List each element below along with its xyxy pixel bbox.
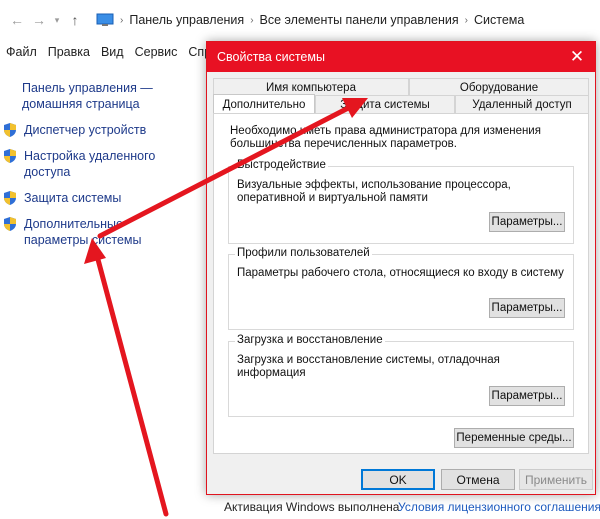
arrow-to-advanced-settings-link xyxy=(84,238,169,517)
group-label: Профили пользователей xyxy=(235,247,372,259)
sidebar: Панель управления — домашняя страница Ди… xyxy=(0,80,205,248)
license-terms-link[interactable]: Условия лицензионного соглашения на xyxy=(398,500,600,514)
uac-shield-icon xyxy=(4,217,16,231)
performance-group: Быстродействие Визуальные эффекты, испол… xyxy=(228,159,574,244)
menu-edit[interactable]: Правка xyxy=(42,42,95,64)
tabs-row-front: Дополнительно Защита системы Удаленный д… xyxy=(213,94,589,114)
forward-arrow-icon[interactable]: → xyxy=(28,9,50,31)
group-label: Быстродействие xyxy=(235,159,328,171)
apply-button[interactable]: Применить xyxy=(519,469,593,490)
close-icon[interactable]: ✕ xyxy=(559,42,595,72)
sidebar-item-label: Дополнительные параметры системы xyxy=(24,217,142,247)
address-bar-row: ← → ▾ ↑ › Панель управления › Все элемен… xyxy=(0,0,600,40)
ok-button[interactable]: OK xyxy=(361,469,435,490)
group-label: Загрузка и восстановление xyxy=(235,334,385,346)
sidebar-item-device-manager[interactable]: Диспетчер устройств xyxy=(0,122,205,138)
control-panel-home-link[interactable]: Панель управления — домашняя страница xyxy=(22,80,205,112)
tab-advanced[interactable]: Дополнительно xyxy=(213,94,315,114)
tab-system-protection[interactable]: Защита системы xyxy=(315,95,455,113)
up-arrow-icon[interactable]: ↑ xyxy=(64,9,86,31)
admin-rights-notice: Необходимо иметь права администратора дл… xyxy=(230,125,541,150)
dialog-title: Свойства системы xyxy=(217,50,325,64)
recent-locations-chevron-icon[interactable]: ▾ xyxy=(50,9,64,31)
uac-shield-icon xyxy=(4,149,16,163)
startup-recovery-settings-button[interactable]: Параметры... xyxy=(489,386,565,406)
breadcrumb-separator-icon: › xyxy=(120,14,124,26)
group-description: Параметры рабочего стола, относящиеся ко… xyxy=(237,267,564,279)
dialog-titlebar[interactable]: Свойства системы ✕ xyxy=(207,42,595,72)
tab-remote-access[interactable]: Удаленный доступ xyxy=(455,95,589,113)
user-profiles-group: Профили пользователей Параметры рабочего… xyxy=(228,247,574,330)
breadcrumb-control-panel[interactable]: Панель управления xyxy=(129,13,244,27)
user-profiles-settings-button[interactable]: Параметры... xyxy=(489,298,565,318)
menu-view[interactable]: Вид xyxy=(95,42,129,64)
sidebar-item-advanced-settings[interactable]: Дополнительные параметры системы xyxy=(0,216,205,248)
menu-bar: Файл Правка Вид Сервис Спр xyxy=(0,42,216,64)
system-properties-dialog: Свойства системы ✕ Имя компьютера Оборуд… xyxy=(206,41,596,495)
menu-file[interactable]: Файл xyxy=(0,42,42,64)
sidebar-item-system-protection[interactable]: Защита системы xyxy=(0,190,205,206)
tab-hardware[interactable]: Оборудование xyxy=(409,78,589,96)
sidebar-item-label: Диспетчер устройств xyxy=(24,123,147,137)
uac-shield-icon xyxy=(4,123,16,137)
group-description: Визуальные эффекты, использование процес… xyxy=(237,179,511,204)
activation-status: Активация Windows выполнена xyxy=(224,500,400,514)
breadcrumb-separator-icon: › xyxy=(464,14,468,26)
environment-variables-button[interactable]: Переменные среды... xyxy=(454,428,574,448)
cancel-button[interactable]: Отмена xyxy=(441,469,515,490)
performance-settings-button[interactable]: Параметры... xyxy=(489,212,565,232)
startup-recovery-group: Загрузка и восстановление Загрузка и вос… xyxy=(228,334,574,417)
back-arrow-icon[interactable]: ← xyxy=(6,9,28,31)
uac-shield-icon xyxy=(4,191,16,205)
breadcrumb-separator-icon: › xyxy=(250,14,254,26)
breadcrumb-all-items[interactable]: Все элементы панели управления xyxy=(260,13,459,27)
advanced-tab-panel: Необходимо иметь права администратора дл… xyxy=(213,113,589,454)
control-panel-icon xyxy=(96,13,114,26)
sidebar-item-label: Защита системы xyxy=(24,191,122,205)
group-description: Загрузка и восстановление системы, отлад… xyxy=(237,354,500,379)
sidebar-item-label: Настройка удаленного доступа xyxy=(24,149,156,179)
breadcrumb-system[interactable]: Система xyxy=(474,13,524,27)
sidebar-item-remote-access[interactable]: Настройка удаленного доступа xyxy=(0,148,205,180)
address-field[interactable]: › Панель управления › Все элементы панел… xyxy=(92,7,600,33)
menu-tools[interactable]: Сервис xyxy=(129,42,183,64)
